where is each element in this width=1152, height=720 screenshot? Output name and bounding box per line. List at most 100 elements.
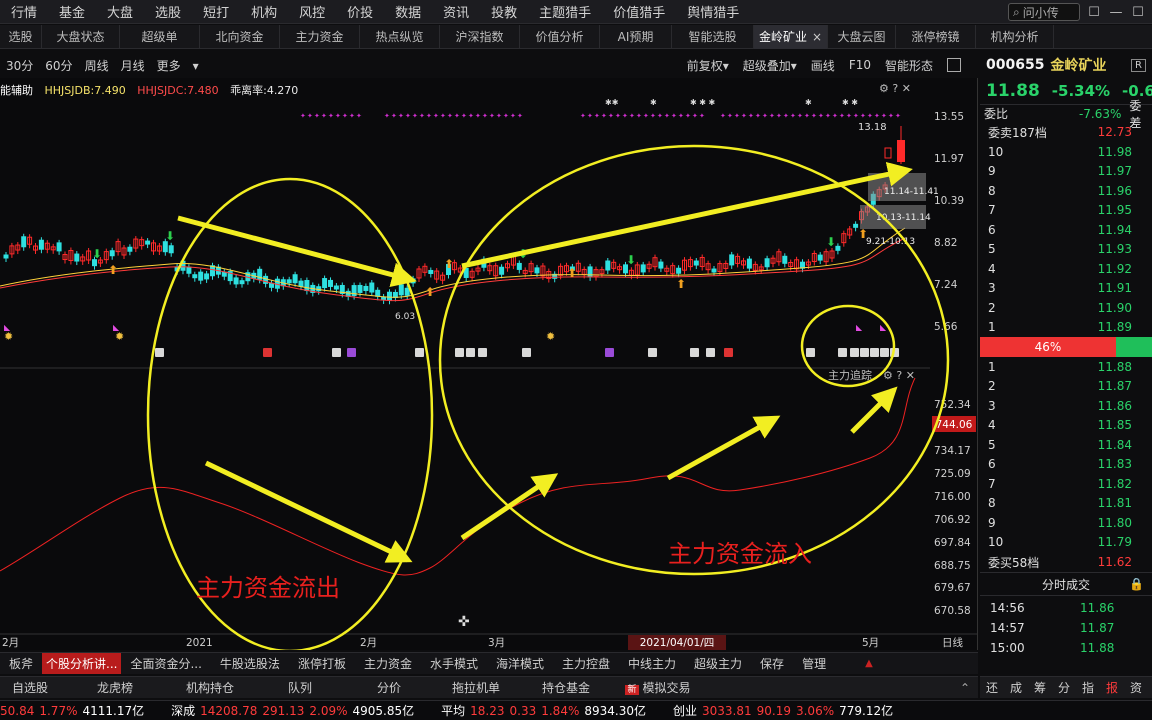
collapse-up-icon[interactable]: ▲ (865, 658, 873, 669)
tool-0[interactable]: 前复权▾ (687, 57, 729, 74)
func-item-8[interactable]: 主力控盘 (553, 655, 619, 672)
tab-13[interactable]: 机构分析 (976, 24, 1054, 49)
tab-11[interactable]: 大盘云图 (828, 24, 896, 49)
lock-icon[interactable]: 🔒 (1129, 577, 1144, 591)
menu-item-12[interactable]: 价值猎手 (602, 2, 676, 21)
ask-price: 11.92 (1097, 261, 1132, 276)
func-item-1[interactable]: 个股分析讲... (42, 653, 122, 674)
menu-item-6[interactable]: 风控 (288, 2, 336, 21)
signal-marker: ✦ (615, 112, 621, 120)
close-icon[interactable]: × (812, 30, 822, 44)
window-maximize-button[interactable]: ☐ (1130, 5, 1146, 20)
quote-tab-5[interactable]: 报 (1100, 679, 1124, 696)
tab-4[interactable]: 主力资金 (280, 24, 360, 49)
func-item-12[interactable]: 管理 (793, 655, 835, 672)
func-item-7[interactable]: 海洋模式 (487, 655, 553, 672)
ask-row: 10 11.98 (980, 142, 1152, 162)
tool-4[interactable]: 智能形态 (885, 57, 933, 74)
time-axis-label: 2月 (2, 637, 19, 649)
tab-12[interactable]: 涨停榜镜 (896, 24, 976, 49)
func-item-3[interactable]: 牛股选股法 (211, 655, 289, 672)
search-input[interactable]: ⌕ 问小传 (1008, 3, 1080, 21)
signal-marker: ✦ (629, 112, 635, 120)
tab-8[interactable]: AI预期 (600, 24, 672, 49)
bid-row: 5 11.84 (980, 435, 1152, 455)
period-0[interactable]: 30分 (6, 59, 33, 73)
menu-item-13[interactable]: 舆情猎手 (676, 2, 750, 21)
ticker-group-0[interactable]: 50.84 1.77% 4111.17亿 (0, 702, 149, 719)
window-restore-button[interactable]: ☐ (1086, 5, 1102, 20)
tab-6[interactable]: 沪深指数 (440, 24, 520, 49)
menu-item-3[interactable]: 选股 (144, 2, 192, 21)
func-item-10[interactable]: 超级主力 (685, 655, 751, 672)
menu-item-5[interactable]: 机构 (240, 2, 288, 21)
period-1[interactable]: 60分 (45, 59, 72, 73)
status-tab-2[interactable]: 机构持仓 (170, 679, 250, 696)
quote-tab-2[interactable]: 筹 (1028, 679, 1052, 696)
signal-marker: ✦ (321, 112, 327, 120)
ticker-group-1[interactable]: 深成 14208.78 291.13 2.09% 4905.85亿 (171, 702, 419, 719)
signal-marker: ✦ (832, 112, 838, 120)
kline-chart[interactable]: 13.5511.9710.398.827.245.66752.34734.177… (0, 78, 978, 650)
func-item-9[interactable]: 中线主力 (619, 655, 685, 672)
buy-signal-icon: ⬆ (444, 257, 454, 271)
crosshair-cursor-icon: ✜ (458, 614, 470, 630)
ask-price: 11.94 (1097, 222, 1132, 237)
quote-tab-1[interactable]: 成 (1004, 679, 1028, 696)
tab-10[interactable]: 金岭矿业 × (754, 24, 828, 49)
ask-row: 6 11.94 (980, 220, 1152, 240)
menu-item-11[interactable]: 主题猎手 (528, 2, 602, 21)
func-item-11[interactable]: 保存 (751, 655, 793, 672)
status-tab-4[interactable]: 分价 (350, 679, 428, 696)
menu-item-4[interactable]: 短打 (192, 2, 240, 21)
panel-toggle-icon[interactable] (947, 58, 961, 72)
menu-item-10[interactable]: 投教 (480, 2, 528, 21)
tool-1[interactable]: 超级叠加▾ (743, 57, 797, 74)
tab-7[interactable]: 价值分析 (520, 24, 600, 49)
ask-price: 11.96 (1097, 183, 1132, 198)
menu-item-0[interactable]: 行情 (0, 2, 48, 21)
menu-item-1[interactable]: 基金 (48, 2, 96, 21)
quote-tab-3[interactable]: 分 (1052, 679, 1076, 696)
window-minimize-button[interactable]: — (1108, 5, 1124, 20)
func-item-4[interactable]: 涨停打板 (289, 655, 355, 672)
signal-marker: ✦ (755, 112, 761, 120)
period-2[interactable]: 周线 (85, 59, 109, 73)
chevron-up-icon[interactable]: ⌃ (960, 681, 970, 695)
status-tab-1[interactable]: 龙虎榜 (60, 679, 170, 696)
func-item-5[interactable]: 主力资金 (355, 655, 421, 672)
func-item-0[interactable]: 板斧 (0, 655, 42, 672)
trade-row: 14:56 11.86 (980, 598, 1152, 618)
menu-item-8[interactable]: 数据 (384, 2, 432, 21)
bid-row: 9 11.80 (980, 513, 1152, 533)
func-item-2[interactable]: 全面资金分... (121, 655, 210, 672)
signal-marker: ✦ (433, 112, 439, 120)
status-tab-6[interactable]: 持仓基金 (524, 679, 608, 696)
ticker-group-2[interactable]: 平均 18.23 0.33 1.84% 8934.30亿 (441, 702, 651, 719)
quote-tab-4[interactable]: 指 (1076, 679, 1100, 696)
menu-item-9[interactable]: 资讯 (432, 2, 480, 21)
menu-item-7[interactable]: 价投 (336, 2, 384, 21)
period-3[interactable]: 月线 (121, 59, 145, 73)
quote-tab-0[interactable]: 还 (980, 679, 1004, 696)
tab-9[interactable]: 智能选股 (672, 24, 754, 49)
status-tab-7[interactable]: 新模拟交易 (608, 679, 708, 696)
menu-item-2[interactable]: 大盘 (96, 2, 144, 21)
ask-price: 11.97 (1097, 164, 1132, 179)
tab-1[interactable]: 大盘状态 (42, 24, 120, 49)
status-tab-0[interactable]: 自选股 (0, 679, 60, 696)
signal-marker: ✦ (895, 112, 901, 120)
ticker-group-3[interactable]: 创业 3033.81 90.19 3.06% 779.12亿 (673, 702, 898, 719)
quote-tab-6[interactable]: 资 (1124, 679, 1148, 696)
status-tab-5[interactable]: 拖拉机单 (428, 679, 524, 696)
r-badge[interactable]: R (1131, 58, 1146, 72)
func-item-6[interactable]: 水手模式 (421, 655, 487, 672)
status-tab-3[interactable]: 队列 (250, 679, 350, 696)
tab-0[interactable]: 选股 (0, 24, 42, 49)
tab-5[interactable]: 热点纵览 (360, 24, 440, 49)
tab-2[interactable]: 超级单 (120, 24, 200, 49)
period-4[interactable]: 更多 (157, 59, 181, 73)
tab-3[interactable]: 北向资金 (200, 24, 280, 49)
tool-2[interactable]: 画线 (811, 57, 835, 74)
tool-3[interactable]: F10 (849, 58, 871, 72)
